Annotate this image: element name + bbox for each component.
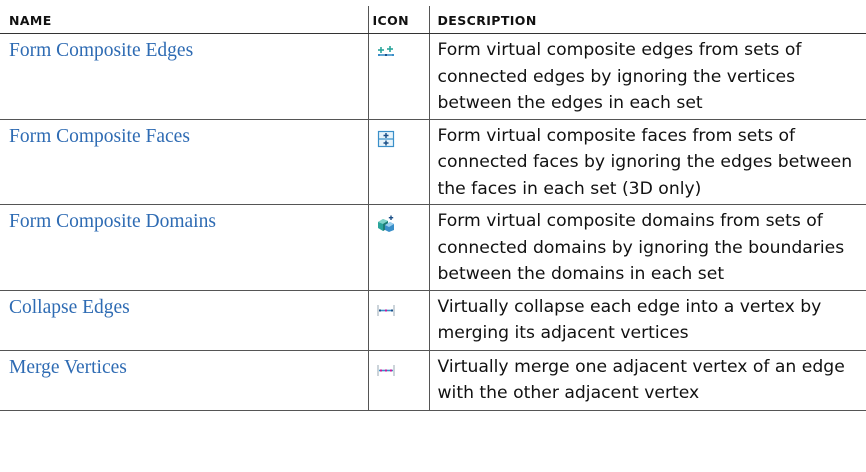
header-name: NAME <box>0 6 368 34</box>
description-merge-vertices: Virtually merge one adjacent vertex of a… <box>428 350 866 411</box>
description-form-composite-domains: Form virtual composite domains from sets… <box>428 204 866 291</box>
operation-link-form-composite-domains[interactable]: Form Composite Domains <box>0 204 368 291</box>
header-description: DESCRIPTION <box>428 6 866 34</box>
table-row: Merge Vertices Virtually merge one adjac… <box>0 350 866 411</box>
table-header-row: NAME ICON DESCRIPTION <box>0 6 866 34</box>
form-composite-edges-icon <box>377 44 395 62</box>
merge-vertices-icon <box>377 361 395 379</box>
header-icon: ICON <box>367 6 429 34</box>
form-composite-domains-icon <box>377 215 395 233</box>
description-form-composite-edges: Form virtual composite edges from sets o… <box>428 33 866 120</box>
operation-link-form-composite-faces[interactable]: Form Composite Faces <box>0 119 368 205</box>
description-collapse-edges: Virtually collapse each edge into a vert… <box>428 290 866 351</box>
operations-table: NAME ICON DESCRIPTION Form Composite Edg… <box>0 6 866 411</box>
table-row: Collapse Edges Virtually collapse each e… <box>0 290 866 351</box>
table-row: Form Composite Edges Form virtual compos… <box>0 33 866 120</box>
operation-link-merge-vertices[interactable]: Merge Vertices <box>0 350 368 411</box>
operation-link-collapse-edges[interactable]: Collapse Edges <box>0 290 368 351</box>
table-row: Form Composite Faces Form virtual compos… <box>0 119 866 205</box>
operation-link-form-composite-edges[interactable]: Form Composite Edges <box>0 33 368 120</box>
table-row: Form Composite Domains Form virtual comp… <box>0 204 866 291</box>
form-composite-faces-icon <box>377 130 395 148</box>
collapse-edges-icon <box>377 301 395 319</box>
description-form-composite-faces: Form virtual composite faces from sets o… <box>428 119 866 205</box>
